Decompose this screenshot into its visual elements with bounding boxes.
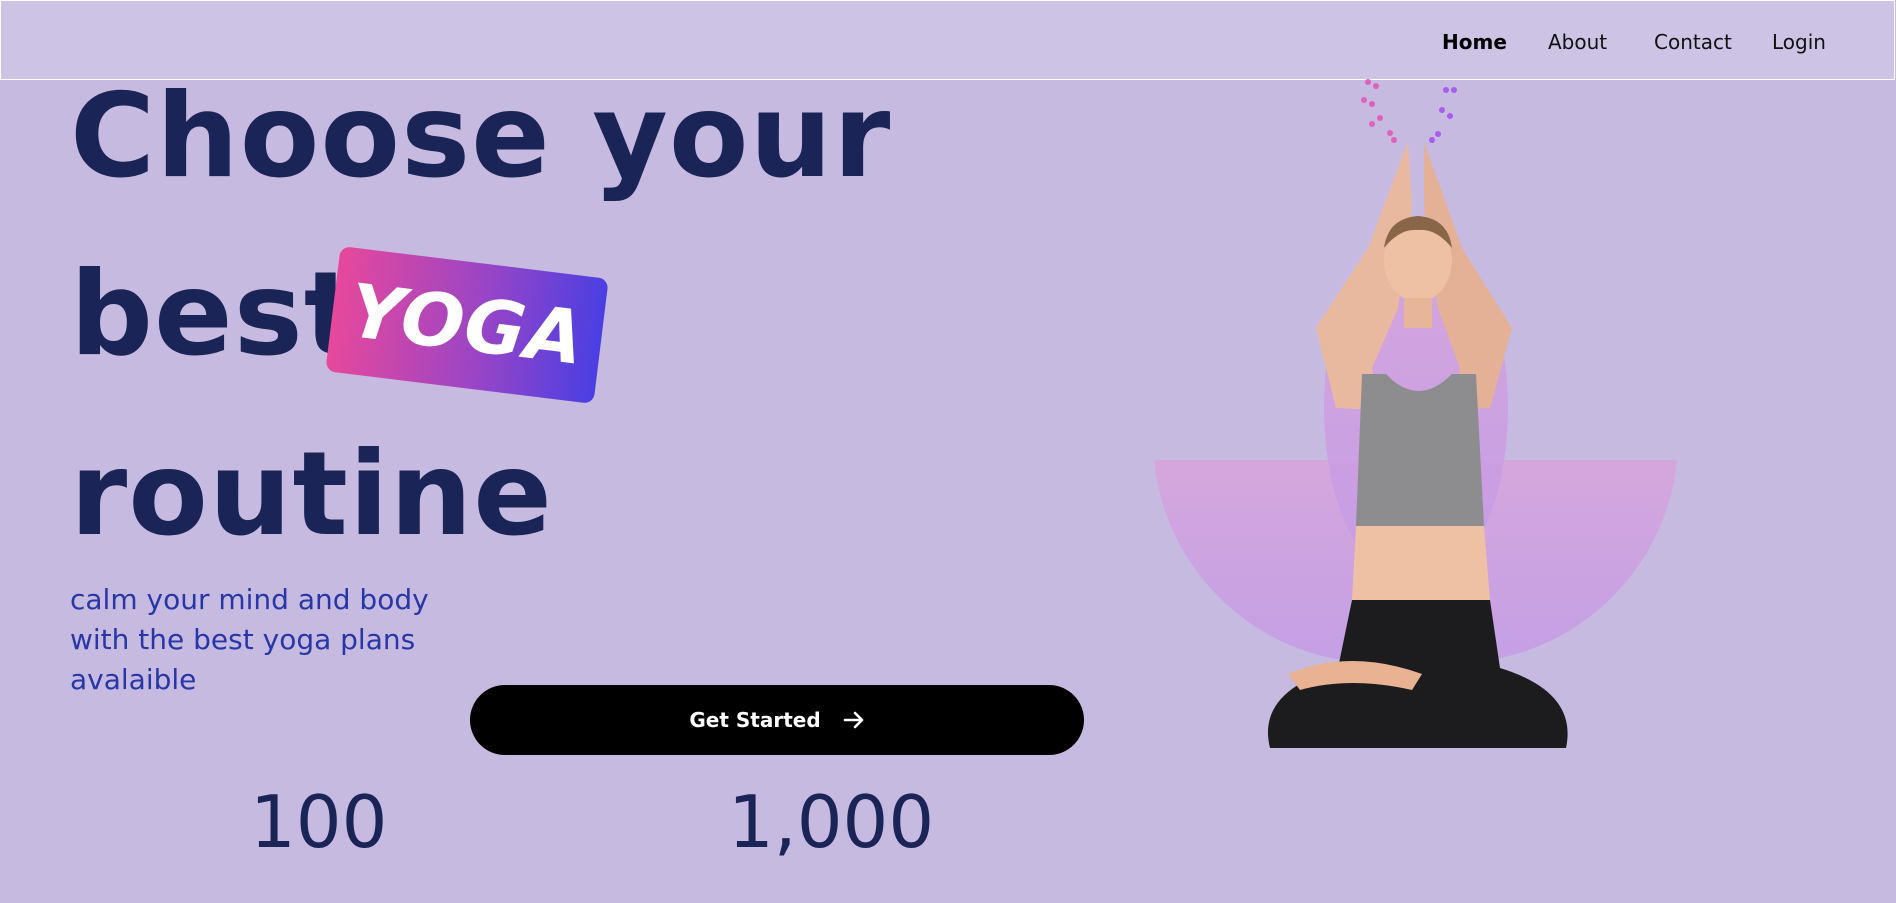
nav-about-link[interactable]: About [1548, 30, 1607, 54]
stat-value-1: 100 [250, 780, 388, 864]
hero-heading-line-1: Choose your [70, 69, 892, 204]
yoga-woman-illustration [1154, 79, 1677, 748]
hero-heading-line-3: routine [70, 427, 553, 562]
nav-home-link[interactable]: Home [1442, 30, 1507, 54]
yoga-badge-text: YOGA [344, 267, 590, 383]
get-started-label: Get Started [689, 708, 821, 732]
sparkle-dots-icon [1361, 79, 1457, 143]
yoga-woman-figure [1267, 142, 1568, 748]
top-navbar: Home About Contact Login [0, 0, 1895, 80]
get-started-button[interactable]: Get Started [470, 685, 1084, 755]
nav-contact-link[interactable]: Contact [1654, 30, 1732, 54]
stat-value-2: 1,000 [728, 780, 935, 864]
arrow-right-icon [843, 711, 863, 729]
hero-heading-line-2: best [70, 247, 361, 382]
hero-subtitle: calm your mind and body with the best yo… [70, 583, 429, 696]
yoga-badge: YOGA [325, 246, 609, 404]
nav-login-link[interactable]: Login [1772, 30, 1826, 54]
